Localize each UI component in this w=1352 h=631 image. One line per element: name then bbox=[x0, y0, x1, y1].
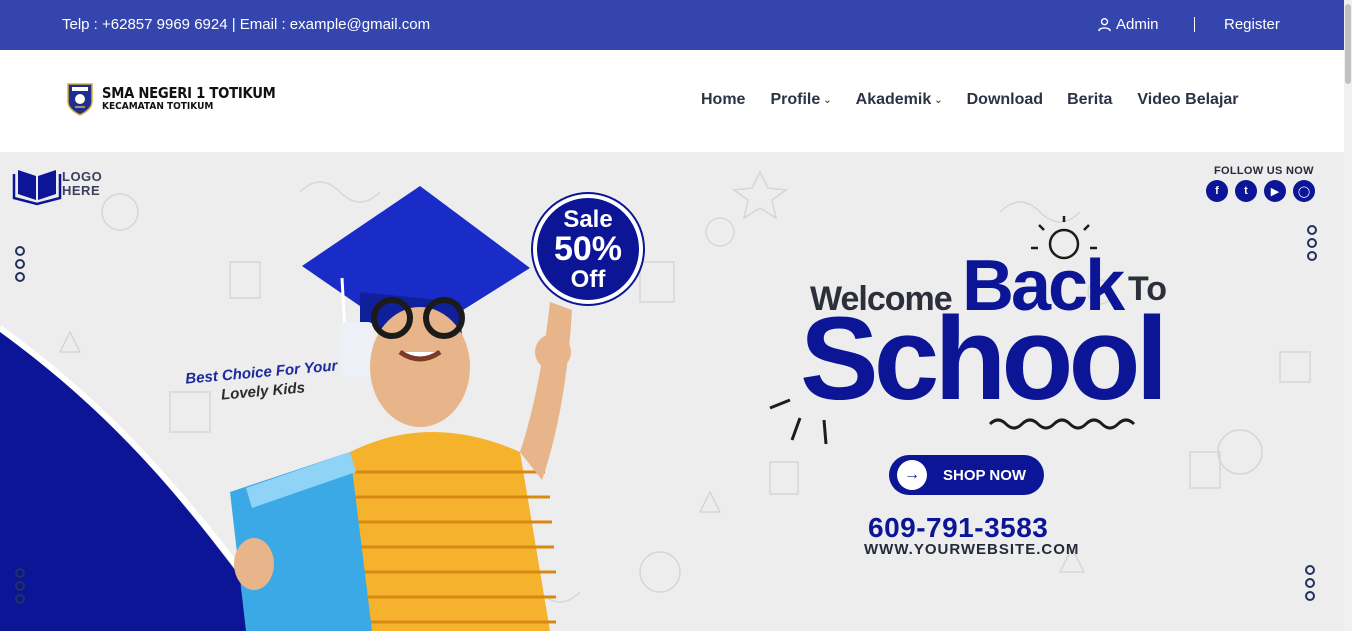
sale-badge: Sale 50% Off bbox=[533, 194, 643, 304]
twitter-icon[interactable]: t bbox=[1235, 180, 1257, 202]
decor-dots-left-top bbox=[15, 246, 25, 282]
topbar-divider bbox=[1194, 17, 1195, 32]
nav-profile-label: Profile bbox=[770, 91, 821, 108]
facebook-icon[interactable]: f bbox=[1206, 180, 1228, 202]
placeholder-logo: LOGO HERE bbox=[62, 169, 103, 199]
page-scrollbar[interactable] bbox=[1344, 0, 1352, 631]
nav-berita[interactable]: Berita bbox=[1067, 91, 1112, 109]
arrow-right-icon: → bbox=[897, 460, 927, 490]
decor-dots-right-bottom bbox=[1305, 565, 1315, 601]
scrollbar-thumb[interactable] bbox=[1345, 4, 1351, 84]
decor-dots-left-bottom bbox=[15, 568, 25, 604]
social-icons: f t ▶ ◯ bbox=[1206, 180, 1315, 202]
youtube-icon[interactable]: ▶ bbox=[1264, 180, 1286, 202]
nav-berita-label: Berita bbox=[1067, 91, 1113, 108]
decor-dots-right-top bbox=[1307, 225, 1317, 261]
student-figure bbox=[230, 297, 572, 631]
admin-label: Admin bbox=[1116, 16, 1159, 33]
nav-profile[interactable]: Profile ⌄ bbox=[770, 91, 831, 109]
instagram-icon[interactable]: ◯ bbox=[1293, 180, 1315, 202]
user-icon bbox=[1098, 17, 1111, 32]
main-navbar: SMA NEGERI 1 TOTIKUM KECAMATAN TOTIKUM H… bbox=[0, 50, 1344, 152]
nav-home-label: Home bbox=[701, 91, 746, 108]
nav-akademik[interactable]: Akademik ⌄ bbox=[856, 91, 943, 109]
brand-logo[interactable]: SMA NEGERI 1 TOTIKUM KECAMATAN TOTIKUM bbox=[66, 82, 299, 116]
school-name: SMA NEGERI 1 TOTIKUM bbox=[102, 84, 276, 102]
chevron-down-icon: ⌄ bbox=[934, 94, 943, 106]
top-bar: Telp : +62857 9969 6924 | Email : exampl… bbox=[0, 0, 1344, 50]
school-emblem-icon bbox=[67, 83, 93, 116]
follow-label: FOLLOW US NOW bbox=[1214, 165, 1314, 177]
nav-video-belajar[interactable]: Video Belajar bbox=[1137, 91, 1238, 109]
shop-now-label: SHOP NOW bbox=[943, 466, 1027, 484]
book-logo-icon bbox=[12, 170, 62, 206]
nav-home[interactable]: Home bbox=[701, 91, 745, 109]
headline-school: School bbox=[800, 293, 1168, 425]
phone-number: 609-791-3583 bbox=[868, 512, 1049, 543]
nav-video-belajar-label: Video Belajar bbox=[1137, 91, 1239, 108]
nav-download-label: Download bbox=[966, 91, 1044, 108]
hero-banner[interactable]: LOGO HERE FOLLOW US NOW f t ▶ ◯ Sale 50%… bbox=[0, 152, 1344, 631]
sale-line-1: Sale bbox=[563, 206, 613, 233]
register-link[interactable]: Register bbox=[1224, 16, 1280, 33]
admin-link[interactable]: Admin bbox=[1097, 16, 1159, 33]
nav-akademik-label: Akademik bbox=[855, 91, 932, 108]
logo-line-1: LOGO bbox=[62, 169, 103, 184]
sale-line-2: 50% bbox=[553, 230, 623, 268]
contact-info: Telp : +62857 9969 6924 | Email : exampl… bbox=[62, 16, 431, 33]
website-url: WWW.YOURWEBSITE.COM bbox=[864, 541, 1080, 558]
nav-download[interactable]: Download bbox=[967, 91, 1043, 109]
logo-line-2: HERE bbox=[62, 183, 101, 199]
school-subtitle: KECAMATAN TOTIKUM bbox=[102, 101, 214, 112]
sale-line-3: Off bbox=[570, 265, 606, 293]
shop-now-button[interactable]: → SHOP NOW bbox=[889, 455, 1044, 495]
chevron-down-icon: ⌄ bbox=[823, 94, 832, 106]
main-menu: Home Profile ⌄ Akademik ⌄ Download Berit… bbox=[701, 91, 1239, 109]
